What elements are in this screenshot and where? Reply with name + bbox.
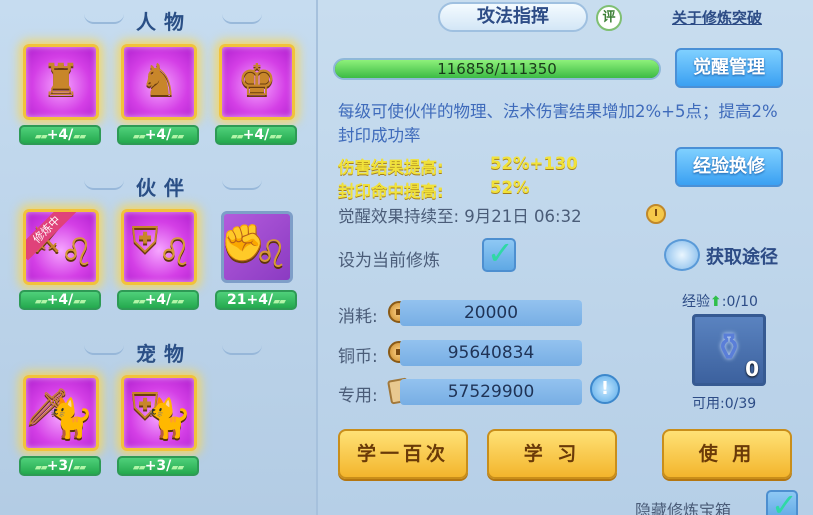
level-badge: ▰▰+4/▰▰ bbox=[117, 125, 199, 145]
target-list-panel: 人物 ♜ ▰▰+4/▰▰ ♞ ▰▰+4/▰▰ ♚ ▰▰+4/▰▰ 伙伴 ⚔ ♌ … bbox=[0, 0, 318, 515]
partner-slot-3[interactable]: ✊ ♌ bbox=[221, 211, 293, 283]
cat-icon: 🐈 bbox=[144, 396, 192, 440]
stat-seal: 封印命中提高: 52% bbox=[338, 178, 530, 202]
level-badge: ▰▰+4/▰▰ bbox=[117, 290, 199, 310]
lion-icon: ♌ bbox=[253, 232, 288, 276]
partner-slot-1[interactable]: ⚔ ♌ 修炼中 bbox=[23, 209, 99, 285]
section-title-pet: 宠物 bbox=[136, 342, 192, 366]
golden-armored-warrior-icon: ♞ bbox=[139, 55, 179, 106]
section-title-character: 人物 bbox=[136, 10, 192, 34]
decor-swirl bbox=[222, 180, 262, 190]
rating-badge[interactable]: 评 bbox=[596, 5, 622, 31]
clock-icon bbox=[646, 204, 666, 224]
obtain-route-link[interactable]: 获取途径 bbox=[706, 243, 778, 269]
decor-swirl bbox=[84, 180, 124, 190]
exp-progress-bar: 116858/111350 bbox=[333, 58, 661, 80]
special-label: 专用: bbox=[338, 386, 378, 406]
partner-slot-2[interactable]: ⛨ ♌ bbox=[121, 209, 197, 285]
stat-damage-value: 52%+130 bbox=[490, 154, 578, 173]
learn-hundred-button[interactable]: 学一百次 bbox=[338, 429, 468, 479]
hide-chest-checkbox[interactable] bbox=[766, 486, 798, 515]
decor-swirl bbox=[84, 345, 124, 355]
use-button[interactable]: 使 用 bbox=[662, 429, 792, 479]
character-slot-1[interactable]: ♜ bbox=[23, 44, 99, 120]
awaken-manage-button[interactable]: 觉醒管理 bbox=[675, 48, 783, 88]
available-label: 可用:0/39 bbox=[692, 396, 757, 412]
pet-slot-2[interactable]: ⛨ 🐈 bbox=[121, 375, 197, 451]
exp-item-label: 经验⬆:0/10 bbox=[682, 294, 758, 310]
learn-button[interactable]: 学 习 bbox=[487, 429, 617, 479]
info-icon[interactable]: ! bbox=[590, 374, 620, 404]
cultivation-screen: 人物 ♜ ▰▰+4/▰▰ ♞ ▰▰+4/▰▰ ♚ ▰▰+4/▰▰ 伙伴 ⚔ ♌ … bbox=[0, 0, 813, 515]
cat-icon: 🐈 bbox=[46, 396, 94, 440]
hide-chest-label: 隐藏修炼宝箱 bbox=[635, 501, 732, 515]
level-badge: 21+4/▰▰ bbox=[215, 290, 297, 310]
level-badge: ▰▰+3/▰▰ bbox=[117, 456, 199, 476]
lion-icon: ♌ bbox=[157, 230, 192, 274]
exp-progress-text: 116858/111350 bbox=[437, 60, 557, 78]
golden-warrior-icon: ♚ bbox=[237, 55, 277, 106]
decor-swirl bbox=[222, 14, 262, 24]
stat-damage: 伤害结果提高: 52%+130 bbox=[338, 154, 578, 178]
stat-seal-label: 封印命中提高: bbox=[338, 182, 444, 201]
set-current-checkbox[interactable] bbox=[482, 234, 516, 272]
special-value: 57529900 bbox=[400, 379, 582, 405]
cost-label: 消耗: bbox=[338, 307, 378, 327]
decor-swirl bbox=[222, 345, 262, 355]
character-slot-2[interactable]: ♞ bbox=[121, 44, 197, 120]
copper-value: 95640834 bbox=[400, 340, 582, 366]
golden-mage-figure-icon: ♜ bbox=[41, 55, 81, 106]
item-count: 0 bbox=[745, 357, 759, 381]
stat-damage-label: 伤害结果提高: bbox=[338, 158, 444, 177]
level-badge: ▰▰+4/▰▰ bbox=[19, 125, 101, 145]
stat-seal-value: 52% bbox=[490, 178, 530, 197]
level-badge: ▰▰+3/▰▰ bbox=[19, 456, 101, 476]
skill-description: 每级可使伙伴的物理、法术伤害结果增加2%+5点；提高2%封印成功率 bbox=[338, 102, 778, 145]
exp-vase-item[interactable]: ⚱ 0 bbox=[692, 314, 766, 386]
exp-exchange-button[interactable]: 经验换修 bbox=[675, 147, 783, 187]
level-badge: ▰▰+4/▰▰ bbox=[215, 125, 297, 145]
book-icon[interactable] bbox=[664, 239, 700, 271]
skill-title: 攻法指挥 bbox=[438, 2, 588, 32]
awaken-duration: 觉醒效果持续至: 9月21日 06:32 bbox=[338, 207, 582, 226]
pet-slot-1[interactable]: 🗡 🐈 bbox=[23, 375, 99, 451]
lion-icon: ♌ bbox=[59, 230, 94, 274]
arrow-up-icon: ⬆ bbox=[710, 294, 722, 310]
vase-icon: ⚱ bbox=[713, 325, 745, 369]
about-breakthrough-link[interactable]: 关于修炼突破 bbox=[672, 7, 762, 28]
section-title-partner: 伙伴 bbox=[136, 176, 192, 200]
level-badge: ▰▰+4/▰▰ bbox=[19, 290, 101, 310]
set-current-label: 设为当前修炼 bbox=[338, 251, 440, 271]
copper-label: 铜币: bbox=[338, 347, 378, 367]
character-slot-3[interactable]: ♚ bbox=[219, 44, 295, 120]
decor-swirl bbox=[84, 14, 124, 24]
cost-value: 20000 bbox=[400, 300, 582, 326]
